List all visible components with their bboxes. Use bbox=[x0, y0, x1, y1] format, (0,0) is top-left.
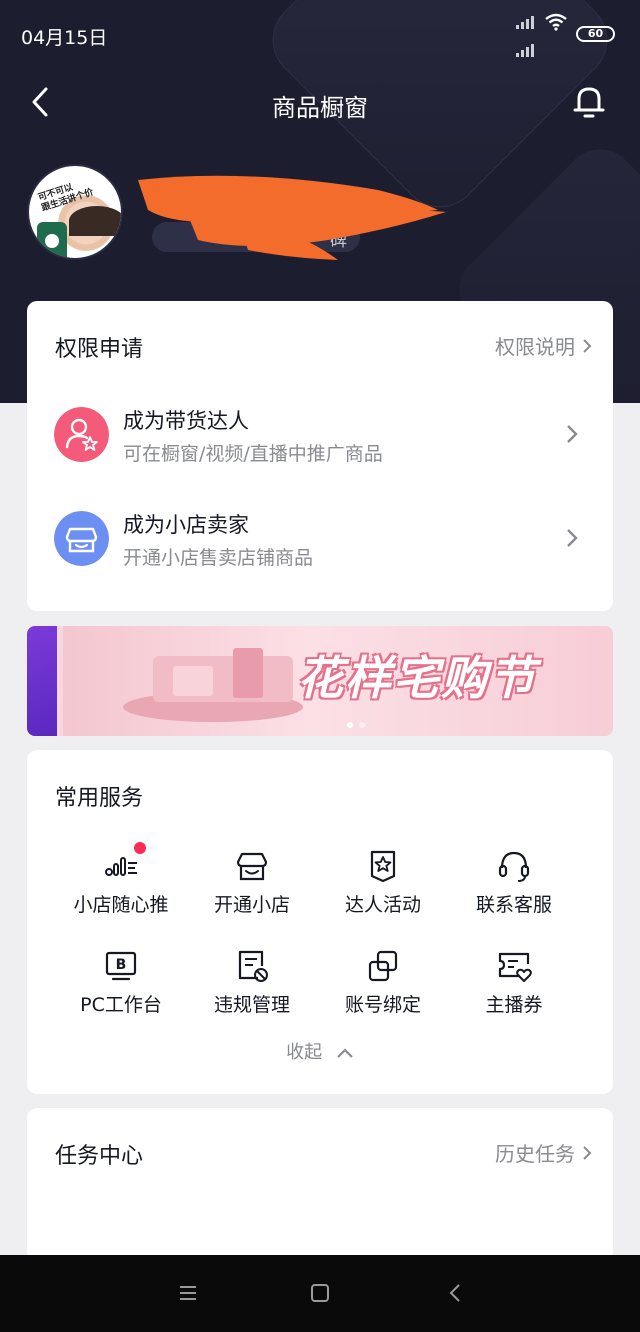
wifi-icon bbox=[545, 13, 567, 31]
service-account-binding[interactable]: 账号绑定 bbox=[318, 948, 448, 1017]
system-nav-bar bbox=[0, 1255, 640, 1332]
task-history-link[interactable]: 历史任务 bbox=[495, 1138, 593, 1167]
service-open-store[interactable]: 开通小店 bbox=[187, 848, 317, 917]
coupon-icon bbox=[498, 952, 532, 982]
chevron-right-icon bbox=[567, 529, 578, 547]
pc-icon: B bbox=[105, 951, 137, 981]
banner-title: 花样宅购节 bbox=[297, 651, 537, 705]
collapse-label: 收起 bbox=[286, 1042, 323, 1063]
star-badge-icon bbox=[370, 850, 396, 883]
link-account-icon bbox=[368, 950, 398, 982]
service-label: 违规管理 bbox=[213, 994, 290, 1016]
battery-indicator: 60 bbox=[576, 26, 615, 42]
nav-back-icon[interactable] bbox=[444, 1281, 468, 1305]
svg-text:B: B bbox=[116, 957, 127, 973]
service-label: 小店随心推 bbox=[73, 894, 169, 916]
promo-banner[interactable]: 花样宅购节 bbox=[27, 626, 613, 736]
signal-icon bbox=[516, 44, 534, 57]
boost-icon bbox=[105, 857, 137, 876]
service-label: PC工作台 bbox=[80, 994, 162, 1016]
chevron-up-icon bbox=[337, 1048, 353, 1058]
permissions-info-label: 权限说明 bbox=[495, 335, 575, 359]
avatar[interactable]: 可不可以 跟生活讲个价 bbox=[27, 164, 123, 260]
service-label: 联系客服 bbox=[475, 894, 552, 916]
redaction-scribble bbox=[138, 175, 446, 260]
carousel-dots bbox=[347, 722, 365, 728]
become-influencer-row[interactable]: 成为带货达人 可在橱窗/视频/直播中推广商品 bbox=[27, 407, 613, 511]
services-card: 常用服务 小店随心推 开通小店 达人活动 联系客服 B PC工作台 违规管理 账… bbox=[27, 750, 613, 1094]
service-boost[interactable]: 小店随心推 bbox=[56, 842, 186, 917]
seller-name: 成为小店卖家 bbox=[123, 513, 249, 537]
home-icon[interactable] bbox=[308, 1281, 332, 1305]
store-icon bbox=[54, 511, 109, 566]
task-center-title: 任务中心 bbox=[55, 1144, 144, 1169]
headset-icon bbox=[498, 851, 530, 882]
status-bar: 04月15日 60 bbox=[0, 0, 640, 70]
service-host-coupon[interactable]: 主播券 bbox=[449, 948, 579, 1017]
chevron-right-icon bbox=[583, 338, 592, 353]
service-influencer-events[interactable]: 达人活动 bbox=[318, 848, 448, 917]
become-seller-row[interactable]: 成为小店卖家 开通小店售卖店铺商品 bbox=[27, 511, 613, 615]
service-label: 开通小店 bbox=[213, 894, 290, 916]
service-violation-management[interactable]: 违规管理 bbox=[187, 948, 317, 1017]
signal-icon bbox=[516, 16, 534, 29]
influencer-desc: 可在橱窗/视频/直播中推广商品 bbox=[123, 443, 383, 465]
menu-icon[interactable] bbox=[176, 1281, 200, 1305]
bell-icon[interactable] bbox=[572, 84, 606, 120]
permissions-card: 权限申请 权限说明 成为带货达人 可在橱窗/视频/直播中推广商品 成为小店卖家 … bbox=[27, 301, 613, 611]
service-customer-support[interactable]: 联系客服 bbox=[449, 848, 579, 917]
service-label: 账号绑定 bbox=[344, 994, 421, 1016]
status-time: 04月15日 bbox=[21, 27, 108, 49]
permissions-title: 权限申请 bbox=[55, 337, 144, 362]
user-star-icon bbox=[54, 407, 109, 462]
store-icon bbox=[236, 852, 268, 881]
task-center-card: 任务中心 历史任务 bbox=[27, 1108, 613, 1278]
collapse-button[interactable]: 收起 bbox=[27, 1038, 613, 1064]
violation-icon bbox=[238, 950, 268, 982]
permissions-info-link[interactable]: 权限说明 bbox=[495, 331, 593, 360]
seller-desc: 开通小店售卖店铺商品 bbox=[123, 547, 314, 569]
services-title: 常用服务 bbox=[55, 786, 144, 811]
chevron-right-icon bbox=[583, 1145, 592, 1160]
service-label: 主播券 bbox=[485, 994, 543, 1016]
influencer-name: 成为带货达人 bbox=[123, 409, 249, 433]
service-pc-workbench[interactable]: B PC工作台 bbox=[56, 948, 186, 1017]
task-history-label: 历史任务 bbox=[495, 1142, 575, 1166]
page-title: 商品橱窗 bbox=[272, 94, 368, 122]
previous-banner-preview bbox=[27, 626, 57, 736]
chevron-right-icon bbox=[567, 425, 578, 443]
service-label: 达人活动 bbox=[344, 894, 421, 916]
notification-dot bbox=[134, 842, 146, 854]
